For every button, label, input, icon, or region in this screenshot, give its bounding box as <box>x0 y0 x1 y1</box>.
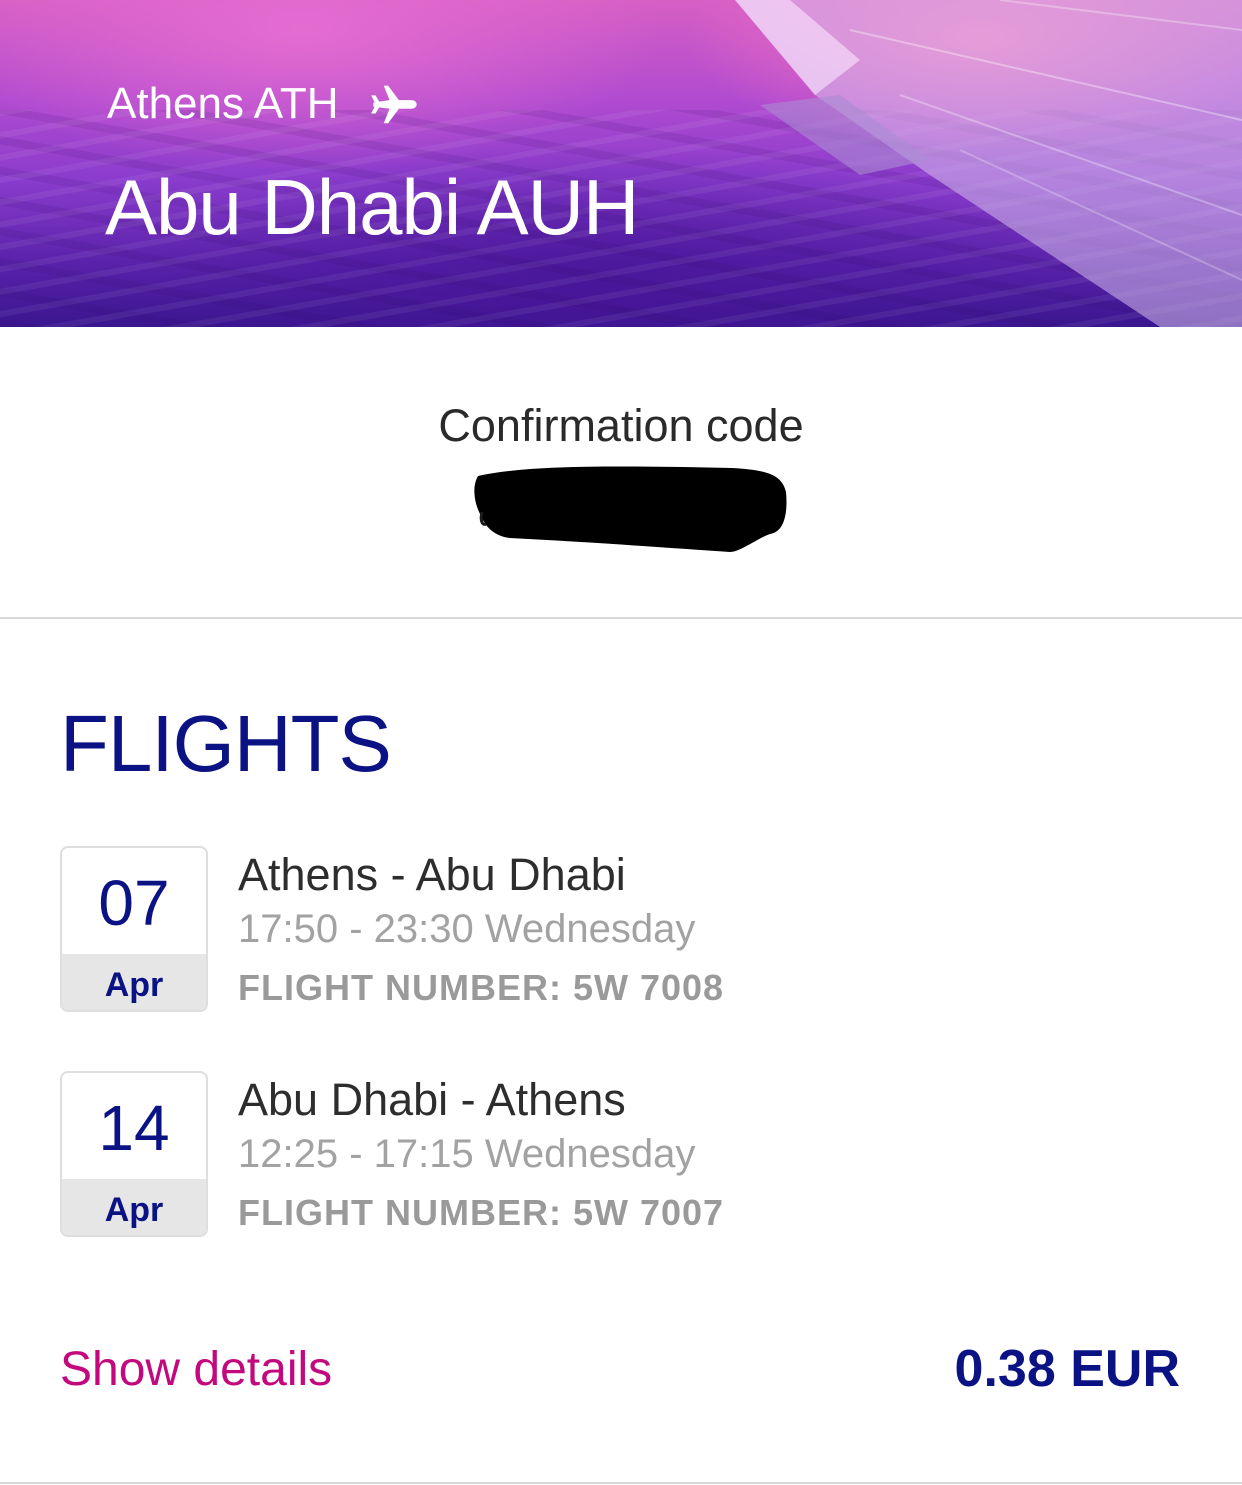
flight-number: FLIGHT NUMBER: 5W 7008 <box>238 967 725 1008</box>
flight-item[interactable]: 07 Apr Athens - Abu Dhabi 17:50 - 23:30 … <box>60 846 1180 1012</box>
origin-airport: Athens ATH <box>107 78 421 130</box>
flight-date-badge: 14 Apr <box>60 1071 208 1237</box>
flight-month: Apr <box>62 1179 206 1235</box>
flight-number: FLIGHT NUMBER: 5W 7007 <box>238 1192 725 1233</box>
header-banner: Athens ATH Abu Dhabi AUH <box>0 0 1242 327</box>
airplane-icon <box>369 78 421 130</box>
destination-airport: Abu Dhabi AUH <box>105 163 639 251</box>
origin-label: Athens ATH <box>107 79 339 128</box>
flight-time: 17:50 - 23:30 Wednesday <box>238 907 696 951</box>
total-price: 0.38 EUR <box>954 1340 1180 1398</box>
flight-route: Athens - Abu Dhabi <box>238 849 626 900</box>
flight-day: 07 <box>98 867 170 939</box>
section-divider <box>0 617 1242 619</box>
redacted-confirmation-code <box>474 466 787 552</box>
bottom-divider <box>0 1482 1242 1484</box>
flight-date-badge: 07 Apr <box>60 846 208 1012</box>
show-details-link[interactable]: Show details <box>60 1340 332 1400</box>
flight-time: 12:25 - 17:15 Wednesday <box>238 1132 696 1176</box>
flights-heading: FLIGHTS <box>60 699 392 788</box>
confirmation-code-label: Confirmation code <box>438 400 804 451</box>
flight-day: 14 <box>98 1092 170 1164</box>
flight-route: Abu Dhabi - Athens <box>238 1074 626 1125</box>
flight-month: Apr <box>62 954 206 1010</box>
flight-item[interactable]: 14 Apr Abu Dhabi - Athens 12:25 - 17:15 … <box>60 1071 1180 1237</box>
